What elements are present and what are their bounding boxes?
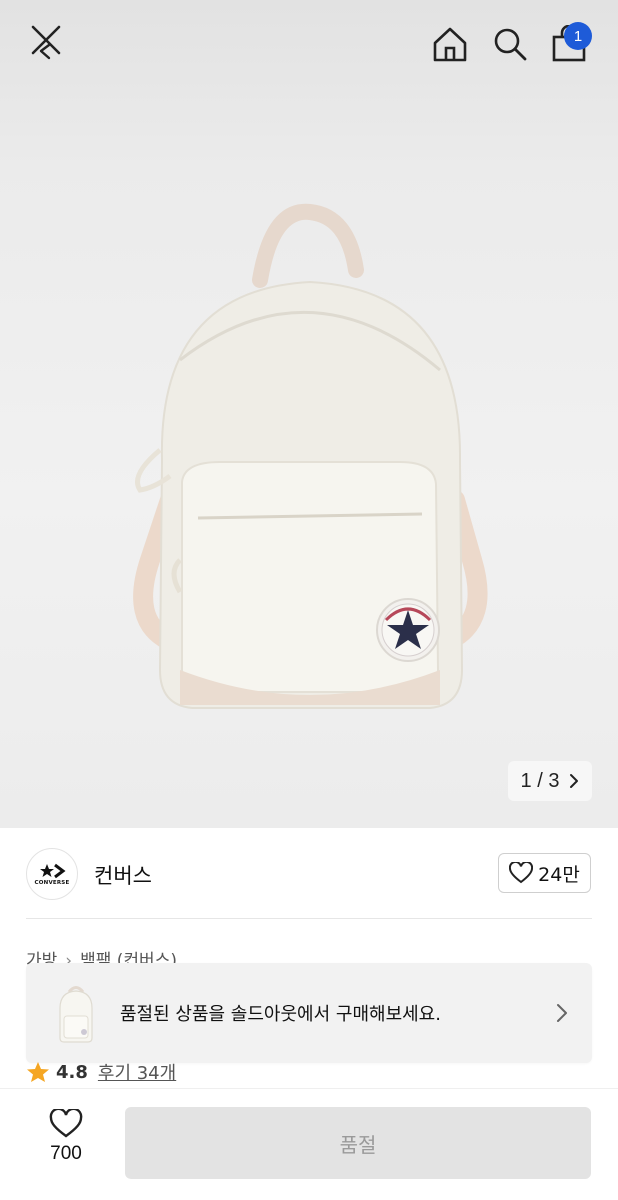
divider [26,918,592,919]
product-image-backpack [133,203,488,709]
cart-count-badge: 1 [564,22,592,50]
backpack-thumbnail [59,986,93,1043]
star-icon [27,1062,49,1082]
wishlist-count: 700 [50,1143,82,1164]
search-button[interactable] [486,20,534,68]
review-count-link[interactable]: 후기 34개 [98,1059,176,1085]
product-gallery[interactable]: 1 1 / 3 [0,0,618,828]
search-icon [494,28,527,61]
product-page: 1 1 / 3 CONVERSE 컨버스 24만 가방 › 백팩 (컨버스) 품… [0,0,618,1200]
heart-icon [509,862,534,884]
brand-logo[interactable]: CONVERSE [26,848,78,900]
rating-row: 4.8 후기 34개 [26,1058,176,1086]
rating-value: 4.8 [56,1061,88,1083]
chevron-right-icon [570,774,579,788]
top-bar: 1 [0,0,618,90]
brand-name[interactable]: 컨버스 [94,860,152,890]
soldout-promo-banner[interactable]: 품절된 상품을 솔드아웃에서 구매해보세요. [26,963,592,1063]
brand-logo-text: CONVERSE [34,879,70,886]
brand-like-count: 24만 [538,863,580,886]
soldout-banner-text: 품절된 상품을 솔드아웃에서 구매해보세요. [120,1004,441,1025]
brand-row: CONVERSE 컨버스 24만 [0,828,618,920]
gallery-pager[interactable]: 1 / 3 [508,761,592,801]
soldout-button[interactable]: 품절 [125,1107,591,1179]
wishlist-button[interactable]: 700 [26,1109,106,1181]
converse-star-chevron-icon [40,863,66,878]
heart-icon [49,1109,83,1138]
pager-text: 1 / 3 [520,769,560,792]
brand-like-button[interactable]: 24만 [498,853,591,893]
home-icon [433,27,467,62]
close-icon [31,25,61,60]
close-button[interactable] [20,18,72,64]
bottom-action-bar: 700 품절 [0,1088,618,1200]
home-button[interactable] [426,20,474,68]
chevron-right-icon [557,1004,567,1022]
